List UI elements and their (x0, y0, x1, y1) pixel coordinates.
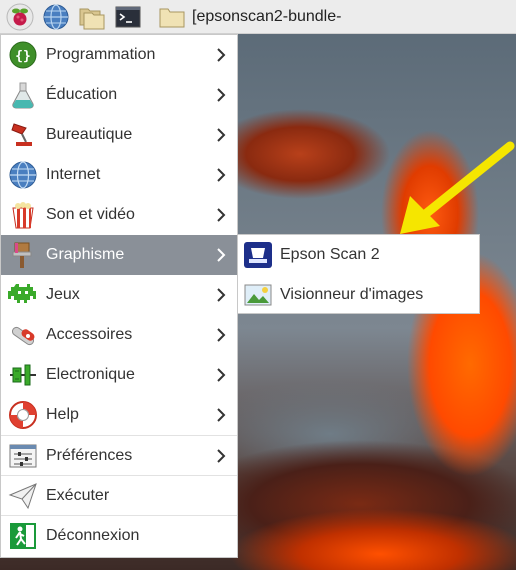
menu-item-label: Internet (46, 166, 101, 183)
accessories-icon (7, 319, 39, 351)
chevron-right-icon (211, 168, 231, 182)
chevron-right-icon (211, 368, 231, 382)
image-viewer-icon (242, 279, 274, 311)
menu-item-accessoires[interactable]: Accessoires (1, 315, 237, 355)
menu-item-bureautique[interactable]: Bureautique (1, 115, 237, 155)
chevron-right-icon (211, 128, 231, 142)
file-manager-icon[interactable] (76, 1, 108, 33)
menu-item-preferences[interactable]: Préférences (1, 435, 237, 475)
chevron-right-icon (211, 208, 231, 222)
menu-item-executer[interactable]: Exécuter (1, 475, 237, 515)
chevron-right-icon (211, 248, 231, 262)
submenu-item-epson-scan-2[interactable]: Epson Scan 2 (238, 235, 479, 275)
window-title[interactable]: [epsonscan2-bundle- (192, 8, 341, 26)
annotation-arrow-icon (400, 141, 515, 234)
office-icon (7, 119, 39, 151)
chevron-right-icon (211, 408, 231, 422)
menu-item-label: Programmation (46, 46, 156, 63)
chevron-right-icon (211, 448, 231, 463)
menu-item-graphisme[interactable]: Graphisme (1, 235, 237, 275)
raspberry-pi-menu-icon[interactable] (4, 1, 36, 33)
menu-item-deconnexion[interactable]: Déconnexion (1, 515, 237, 555)
application-menu: {} Programmation Éducation Bureautique I… (0, 34, 238, 558)
folder-icon[interactable] (156, 1, 188, 33)
chevron-right-icon (211, 288, 231, 302)
internet-icon (7, 159, 39, 191)
logout-icon (7, 520, 39, 552)
graphisme-submenu: Epson Scan 2 Visionneur d'images (237, 234, 480, 314)
education-icon (7, 79, 39, 111)
menu-item-label: Déconnexion (46, 526, 140, 544)
menu-item-jeux[interactable]: Jeux (1, 275, 237, 315)
menu-item-label: Accessoires (46, 326, 133, 343)
submenu-item-label: Epson Scan 2 (280, 246, 380, 263)
submenu-item-image-viewer[interactable]: Visionneur d'images (238, 275, 479, 315)
menu-item-internet[interactable]: Internet (1, 155, 237, 195)
chevron-right-icon (211, 48, 231, 62)
graphics-icon (7, 239, 39, 271)
menu-item-label: Éducation (46, 86, 118, 103)
menu-item-help[interactable]: Help (1, 395, 237, 435)
svg-text:{}: {} (15, 49, 31, 64)
taskbar: [epsonscan2-bundle- (0, 0, 516, 34)
web-browser-icon[interactable] (40, 1, 72, 33)
help-icon (7, 399, 39, 431)
menu-item-electronique[interactable]: Electronique (1, 355, 237, 395)
menu-item-label: Préférences (46, 446, 133, 464)
sound-video-icon (7, 199, 39, 231)
run-icon (7, 480, 39, 512)
menu-item-label: Help (46, 406, 79, 423)
preferences-icon (7, 440, 39, 472)
menu-item-label: Exécuter (46, 486, 110, 504)
menu-item-son-et-video[interactable]: Son et vidéo (1, 195, 237, 235)
epson-scan-icon (242, 239, 274, 271)
menu-item-programmation[interactable]: {} Programmation (1, 35, 237, 75)
chevron-right-icon (211, 328, 231, 342)
menu-item-label: Graphisme (46, 246, 125, 263)
chevron-right-icon (211, 88, 231, 102)
menu-item-label: Electronique (46, 366, 135, 383)
menu-item-label: Bureautique (46, 126, 133, 143)
programming-icon: {} (7, 39, 39, 71)
terminal-icon[interactable] (112, 1, 144, 33)
menu-item-label: Son et vidéo (46, 206, 135, 223)
submenu-item-label: Visionneur d'images (280, 286, 424, 303)
menu-item-education[interactable]: Éducation (1, 75, 237, 115)
menu-item-label: Jeux (46, 286, 80, 303)
games-icon (7, 279, 39, 311)
electronics-icon (7, 359, 39, 391)
